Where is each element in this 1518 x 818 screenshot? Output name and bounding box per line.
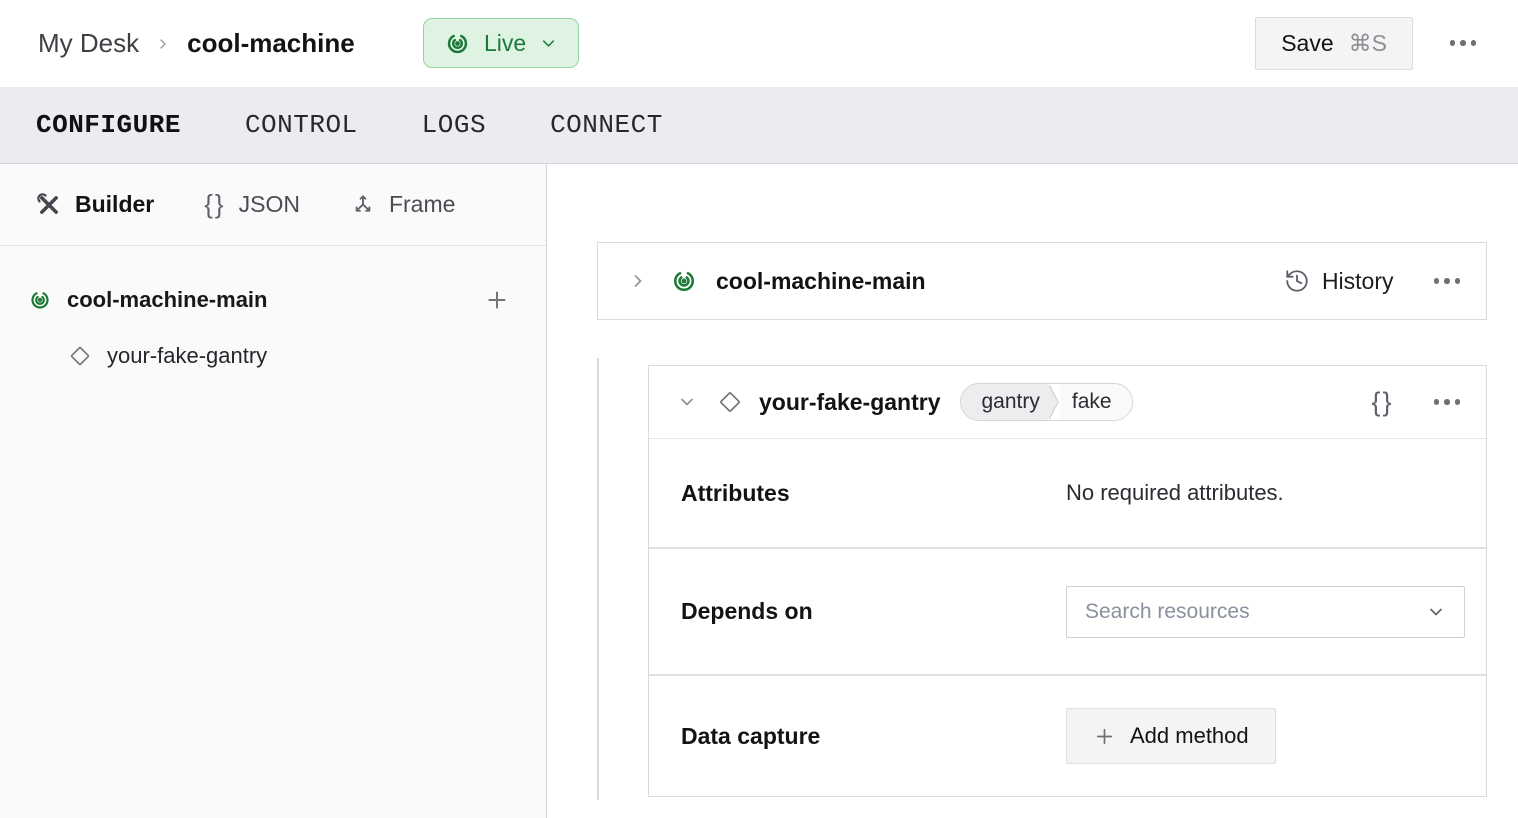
save-button-label: Save bbox=[1281, 30, 1333, 57]
data-capture-section: Data capture Add method bbox=[649, 676, 1486, 796]
chevron-down-icon bbox=[539, 34, 558, 53]
config-sidebar: Builder {} JSON Frame cool-machine-main … bbox=[0, 164, 547, 818]
component-type-model-tag: gantry fake bbox=[960, 383, 1132, 421]
component-type-tag: gantry bbox=[961, 384, 1057, 420]
top-header: My Desk cool-machine Live Save ⌘S bbox=[0, 0, 1518, 87]
plus-icon[interactable] bbox=[484, 287, 510, 313]
depends-on-select[interactable] bbox=[1066, 586, 1465, 638]
nav-tabbar: CONFIGURE CONTROL LOGS CONNECT bbox=[0, 87, 1518, 164]
history-button[interactable]: History bbox=[1284, 268, 1394, 295]
resource-tree: cool-machine-main your-fake-gantry bbox=[0, 246, 546, 376]
view-tab-builder-label: Builder bbox=[75, 191, 154, 218]
machine-config-page: My Desk cool-machine Live Save ⌘S CONFIG… bbox=[0, 0, 1518, 818]
attributes-section: Attributes No required attributes. bbox=[649, 439, 1486, 547]
frame-axes-icon bbox=[350, 192, 376, 218]
history-button-label: History bbox=[1322, 268, 1394, 295]
braces-icon: {} bbox=[204, 189, 225, 220]
history-icon bbox=[1284, 268, 1310, 294]
tab-configure[interactable]: CONFIGURE bbox=[36, 110, 181, 140]
tree-item-gantry-label: your-fake-gantry bbox=[107, 343, 267, 369]
machine-name: cool-machine bbox=[187, 28, 355, 59]
tree-item-gantry[interactable]: your-fake-gantry bbox=[28, 336, 510, 376]
viam-machine-icon bbox=[444, 30, 471, 57]
add-method-button-label: Add method bbox=[1130, 723, 1249, 749]
tools-icon bbox=[36, 192, 62, 218]
view-tab-builder[interactable]: Builder bbox=[36, 191, 154, 218]
view-tab-json[interactable]: {} JSON bbox=[204, 189, 300, 220]
viam-machine-icon bbox=[28, 288, 52, 312]
tab-control[interactable]: CONTROL bbox=[245, 110, 358, 140]
config-view-switcher: Builder {} JSON Frame bbox=[0, 164, 546, 246]
add-method-button[interactable]: Add method bbox=[1066, 708, 1276, 764]
view-tab-frame[interactable]: Frame bbox=[350, 191, 455, 218]
gantry-component-title: your-fake-gantry bbox=[759, 389, 940, 416]
live-status-button[interactable]: Live bbox=[423, 18, 579, 68]
live-status-label: Live bbox=[484, 30, 526, 57]
gantry-diamond-icon bbox=[717, 389, 743, 415]
tab-logs[interactable]: LOGS bbox=[422, 110, 486, 140]
gantry-diamond-icon bbox=[68, 344, 92, 368]
breadcrumb: My Desk cool-machine bbox=[38, 0, 355, 87]
data-capture-label: Data capture bbox=[681, 723, 1066, 750]
save-shortcut: ⌘S bbox=[1349, 30, 1387, 57]
plus-icon bbox=[1093, 725, 1116, 748]
select-chevron-down-icon bbox=[1426, 602, 1446, 622]
gantry-component-menu-button[interactable] bbox=[1434, 399, 1461, 405]
overflow-menu-button[interactable] bbox=[1450, 40, 1477, 46]
collapse-chevron-down-icon[interactable] bbox=[677, 392, 697, 412]
search-resources-input[interactable] bbox=[1085, 600, 1426, 624]
tree-item-machine-part[interactable]: cool-machine-main bbox=[28, 280, 510, 320]
gantry-card-header: your-fake-gantry gantry fake {} bbox=[649, 366, 1486, 439]
expand-chevron-right-icon[interactable] bbox=[628, 271, 648, 291]
attributes-value: No required attributes. bbox=[1066, 480, 1284, 506]
tree-item-machine-part-label: cool-machine-main bbox=[67, 287, 267, 313]
machine-part-menu-button[interactable] bbox=[1434, 278, 1461, 284]
gantry-card-sections: Attributes No required attributes. Depen… bbox=[649, 439, 1486, 796]
tab-connect[interactable]: CONNECT bbox=[550, 110, 663, 140]
save-button[interactable]: Save ⌘S bbox=[1255, 17, 1413, 70]
machine-part-title: cool-machine-main bbox=[716, 268, 926, 295]
tree-connector-line bbox=[597, 358, 599, 800]
attributes-label: Attributes bbox=[681, 480, 1066, 507]
breadcrumb-parent-link[interactable]: My Desk bbox=[38, 28, 139, 59]
view-tab-frame-label: Frame bbox=[389, 191, 455, 218]
depends-on-label: Depends on bbox=[681, 598, 1066, 625]
component-model-tag: fake bbox=[1060, 384, 1132, 420]
json-toggle-braces-icon[interactable]: {} bbox=[1371, 387, 1393, 418]
depends-on-section: Depends on bbox=[649, 549, 1486, 674]
viam-machine-icon bbox=[670, 267, 698, 295]
gantry-component-card: your-fake-gantry gantry fake {} Attribut… bbox=[648, 365, 1487, 797]
view-tab-json-label: JSON bbox=[239, 191, 300, 218]
machine-part-card: cool-machine-main History bbox=[597, 242, 1487, 320]
chevron-right-icon bbox=[155, 36, 171, 52]
